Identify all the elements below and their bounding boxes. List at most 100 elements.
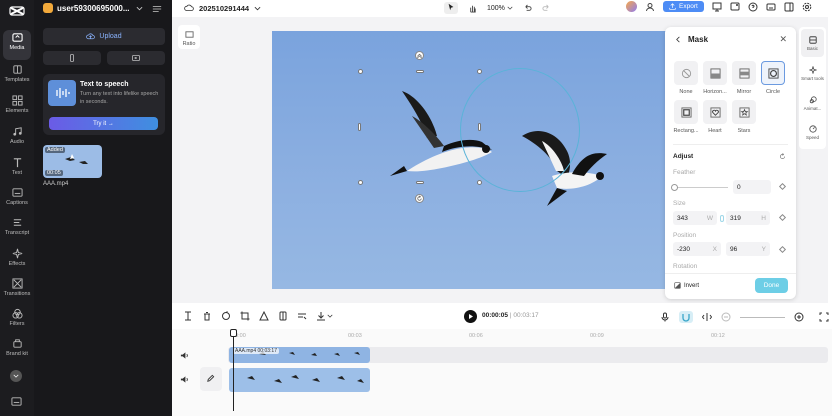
split-icon[interactable] bbox=[183, 311, 193, 321]
keyboard-shortcuts-icon[interactable] bbox=[11, 396, 22, 407]
upload-from-phone-button[interactable] bbox=[43, 51, 101, 65]
play-button[interactable] bbox=[464, 310, 477, 323]
video-preview[interactable] bbox=[272, 31, 668, 289]
mask-resize-handle-tl[interactable] bbox=[358, 69, 363, 74]
magnet-toggle[interactable] bbox=[679, 311, 693, 323]
loop-icon[interactable] bbox=[221, 311, 231, 321]
invert-toggle[interactable]: Invert bbox=[674, 282, 699, 289]
position-y-input[interactable]: 96 Y bbox=[726, 242, 770, 256]
microphone-icon[interactable] bbox=[660, 312, 670, 322]
feather-input[interactable]: 0 bbox=[733, 180, 771, 194]
sidebar-item-text[interactable]: Text bbox=[0, 155, 34, 185]
mask-resize-handle-right[interactable] bbox=[478, 123, 481, 131]
hand-tool-icon[interactable] bbox=[468, 4, 477, 13]
mask-resize-handle-bl[interactable] bbox=[358, 180, 363, 185]
ratio-button[interactable]: Ratio bbox=[178, 25, 200, 49]
mask-tool-icon[interactable] bbox=[259, 311, 269, 321]
record-screen-button[interactable] bbox=[107, 51, 165, 65]
mask-resize-handle-left[interactable] bbox=[358, 123, 361, 131]
split-screen-icon[interactable] bbox=[702, 312, 712, 322]
upload-button[interactable]: Upload bbox=[43, 28, 165, 45]
sidebar-item-filters[interactable]: Filters bbox=[0, 306, 34, 336]
main-video-clip[interactable] bbox=[229, 368, 370, 392]
timeline-zoom-slider[interactable] bbox=[740, 316, 785, 318]
sidebar-item-media[interactable]: Media bbox=[3, 30, 31, 60]
download-dropdown[interactable] bbox=[316, 311, 333, 321]
tab-basic[interactable]: Basic bbox=[801, 29, 824, 57]
position-x-input[interactable]: -230 X bbox=[673, 242, 721, 256]
keyframe-icon[interactable] bbox=[778, 182, 787, 191]
mask-feather-handle[interactable] bbox=[415, 51, 424, 60]
sidebar-item-transcript[interactable]: Transcript bbox=[0, 215, 34, 245]
mask-resize-handle-top[interactable] bbox=[416, 70, 424, 73]
undo-icon[interactable] bbox=[523, 4, 532, 13]
panel-menu-icon[interactable] bbox=[152, 4, 162, 14]
mask-shape-mirror[interactable] bbox=[732, 61, 756, 85]
zoom-select[interactable]: 100% bbox=[487, 5, 513, 12]
back-arrow-icon[interactable] bbox=[675, 36, 682, 43]
mask-rotate-handle[interactable] bbox=[415, 194, 424, 203]
sidebar-item-elements[interactable]: Elements bbox=[0, 93, 34, 123]
expand-rail-button[interactable] bbox=[10, 370, 22, 382]
media-item[interactable]: Added 00:05 bbox=[43, 145, 102, 178]
aspect-lock-toggle[interactable] bbox=[720, 215, 724, 222]
layout-icon[interactable] bbox=[784, 2, 794, 12]
feedback-icon[interactable] bbox=[730, 2, 740, 12]
reset-icon[interactable] bbox=[779, 153, 786, 160]
playhead-handle[interactable] bbox=[230, 329, 237, 337]
project-title[interactable]: 202510291444 bbox=[184, 3, 261, 13]
zoom-out-icon[interactable] bbox=[721, 312, 731, 322]
try-it-button[interactable]: Try it → bbox=[49, 117, 158, 130]
user-menu[interactable]: user59300695000... bbox=[43, 3, 143, 13]
tab-speed[interactable]: Speed bbox=[801, 118, 824, 146]
zoom-in-icon[interactable] bbox=[794, 312, 804, 322]
export-button[interactable]: Export bbox=[663, 1, 704, 12]
mask-resize-handle-tr[interactable] bbox=[477, 69, 482, 74]
done-button[interactable]: Done bbox=[755, 278, 788, 293]
crop-icon[interactable] bbox=[240, 311, 250, 321]
keyframe-icon[interactable] bbox=[778, 213, 787, 222]
sidebar-item-captions[interactable]: Captions bbox=[0, 185, 34, 215]
select-tool-button[interactable] bbox=[444, 2, 458, 14]
feather-slider-thumb[interactable] bbox=[671, 184, 678, 191]
size-height-input[interactable]: 319 H bbox=[726, 211, 770, 225]
mask-shape-heart[interactable] bbox=[703, 100, 727, 124]
keyframe-icon[interactable] bbox=[778, 245, 787, 254]
mask-clip[interactable]: AAA.mp4 00:03:17 bbox=[229, 347, 370, 363]
size-width-input[interactable]: 343 W bbox=[673, 211, 717, 225]
present-icon[interactable] bbox=[712, 2, 722, 12]
speaker-icon[interactable] bbox=[180, 375, 189, 384]
mask-shape-stars[interactable] bbox=[732, 100, 756, 124]
captions-tool-icon[interactable] bbox=[297, 311, 307, 321]
close-icon[interactable]: ✕ bbox=[779, 34, 787, 45]
mask-resize-handle-bottom[interactable] bbox=[416, 181, 424, 184]
sidebar-item-audio[interactable]: Audio bbox=[0, 124, 34, 154]
mask-resize-handle-br[interactable] bbox=[477, 180, 482, 185]
delete-icon[interactable] bbox=[202, 311, 212, 321]
tab-animation[interactable]: Animat... bbox=[801, 89, 824, 117]
cloud-upload-icon bbox=[86, 33, 96, 40]
playhead-line[interactable] bbox=[233, 329, 234, 411]
mask-shape-rectangle[interactable] bbox=[674, 100, 698, 124]
fit-timeline-icon[interactable] bbox=[819, 312, 829, 322]
clip-thumbnails bbox=[247, 375, 364, 383]
tab-smart-tools[interactable]: Smart tools bbox=[801, 59, 824, 87]
keyboard-icon[interactable] bbox=[766, 2, 776, 12]
sidebar-item-transitions[interactable]: Transitions bbox=[0, 276, 34, 306]
feather-slider-track[interactable] bbox=[674, 187, 728, 188]
sidebar-item-brand-kit[interactable]: Brand kit bbox=[0, 336, 34, 366]
mask-shape-horizontal[interactable] bbox=[703, 61, 727, 85]
mask-shape-none[interactable] bbox=[674, 61, 698, 85]
freeze-icon[interactable] bbox=[278, 311, 288, 321]
edit-tools bbox=[183, 311, 333, 321]
redo-icon[interactable] bbox=[542, 4, 551, 13]
speaker-icon[interactable] bbox=[180, 351, 189, 360]
sidebar-item-effects[interactable]: Effects bbox=[0, 246, 34, 276]
user-icon[interactable] bbox=[645, 2, 655, 12]
help-icon[interactable] bbox=[748, 2, 758, 12]
edit-cover-button[interactable] bbox=[200, 367, 222, 391]
collaborator-avatar[interactable] bbox=[626, 1, 637, 12]
mask-shape-circle[interactable] bbox=[761, 61, 785, 85]
sidebar-item-templates[interactable]: Templates bbox=[0, 62, 34, 92]
settings-icon[interactable] bbox=[802, 2, 812, 12]
